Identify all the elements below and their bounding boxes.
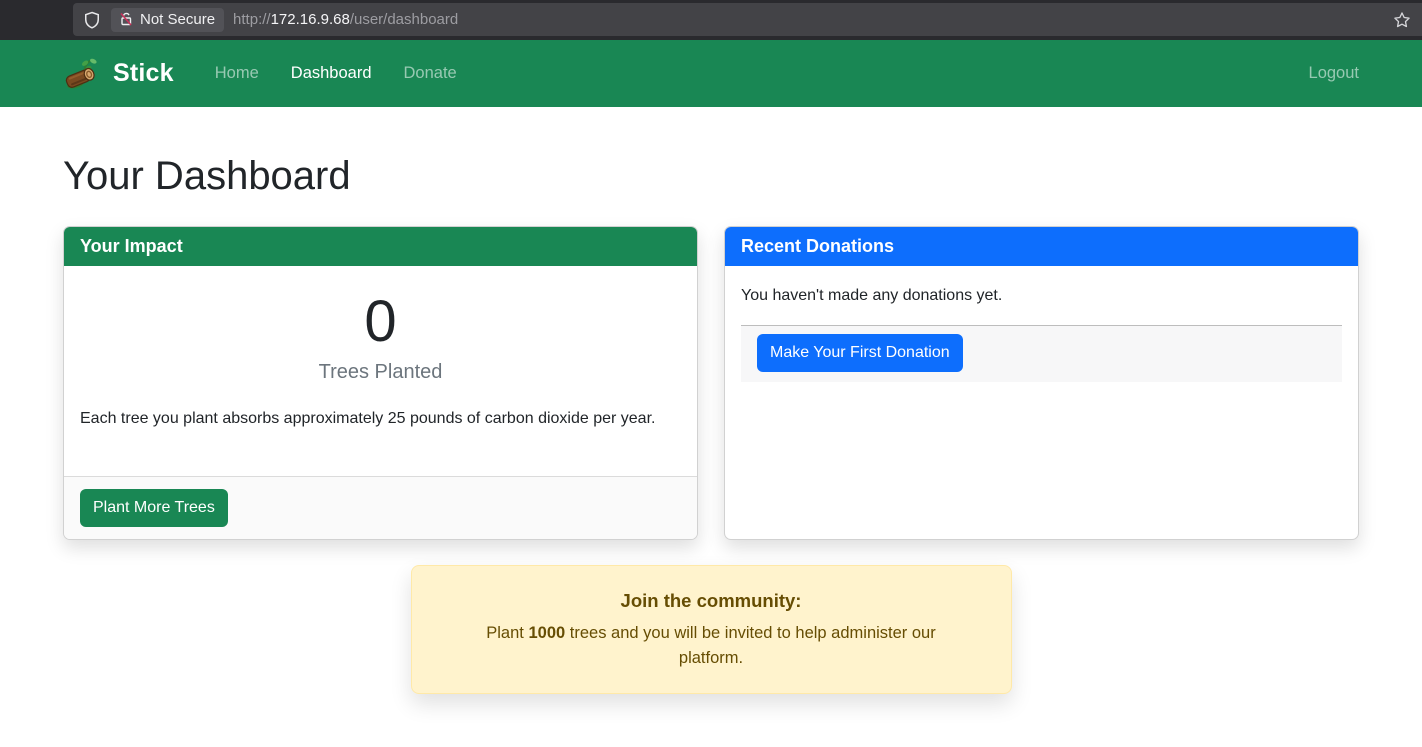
impact-card-body: 0 Trees Planted Each tree you plant abso… (64, 266, 697, 476)
stick-logo-icon (63, 55, 100, 92)
browser-toolbar: Not Secure http://172.16.9.68/user/dashb… (0, 0, 1422, 40)
nav-links: Home Dashboard Donate (199, 56, 473, 91)
trees-planted-label: Trees Planted (80, 361, 681, 384)
impact-card: Your Impact 0 Trees Planted Each tree yo… (63, 226, 698, 540)
community-alert-body: Plant 1000 trees and you will be invited… (461, 621, 961, 671)
cards-row: Your Impact 0 Trees Planted Each tree yo… (63, 226, 1359, 540)
url-text: http://172.16.9.68/user/dashboard (233, 11, 458, 28)
plant-more-trees-button[interactable]: Plant More Trees (80, 489, 228, 527)
nav-link-dashboard[interactable]: Dashboard (275, 56, 388, 91)
brand-link[interactable]: Stick (63, 55, 174, 92)
logout-link[interactable]: Logout (1293, 56, 1359, 91)
alert-trees-goal: 1000 (528, 624, 565, 642)
no-donations-message: You haven't made any donations yet. (741, 287, 1342, 305)
shield-permissions-icon[interactable] (82, 10, 102, 30)
nav-link-home[interactable]: Home (199, 56, 275, 91)
first-donation-panel: Make Your First Donation (741, 326, 1342, 382)
impact-card-footer: Plant More Trees (64, 476, 697, 539)
alert-text-prefix: Plant (486, 624, 528, 642)
donations-card: Recent Donations You haven't made any do… (724, 226, 1359, 540)
community-alert-heading: Join the community: (428, 590, 995, 612)
not-secure-label: Not Secure (140, 11, 215, 28)
broken-lock-icon (118, 11, 134, 27)
navbar: Stick Home Dashboard Donate Logout (0, 40, 1422, 107)
main-content: Your Dashboard Your Impact 0 Trees Plant… (0, 154, 1422, 694)
url-scheme: http:// (233, 11, 271, 28)
url-path: /user/dashboard (350, 11, 458, 28)
community-alert: Join the community: Plant 1000 trees and… (411, 565, 1012, 694)
page-title: Your Dashboard (63, 154, 1359, 199)
trees-planted-count: 0 (80, 290, 681, 354)
bookmark-star-icon[interactable] (1392, 10, 1412, 30)
nav-link-donate[interactable]: Donate (388, 56, 473, 91)
impact-card-header: Your Impact (64, 227, 697, 266)
url-bar[interactable]: Not Secure http://172.16.9.68/user/dashb… (73, 3, 1422, 36)
url-host: 172.16.9.68 (271, 11, 350, 28)
not-secure-chip[interactable]: Not Secure (111, 8, 224, 32)
impact-description: Each tree you plant absorbs approximatel… (80, 407, 681, 431)
donations-card-header: Recent Donations (725, 227, 1358, 266)
donations-card-body: You haven't made any donations yet. Make… (725, 266, 1358, 539)
alert-text-suffix: trees and you will be invited to help ad… (565, 624, 936, 667)
brand-name: Stick (113, 59, 174, 88)
make-first-donation-button[interactable]: Make Your First Donation (757, 334, 963, 372)
